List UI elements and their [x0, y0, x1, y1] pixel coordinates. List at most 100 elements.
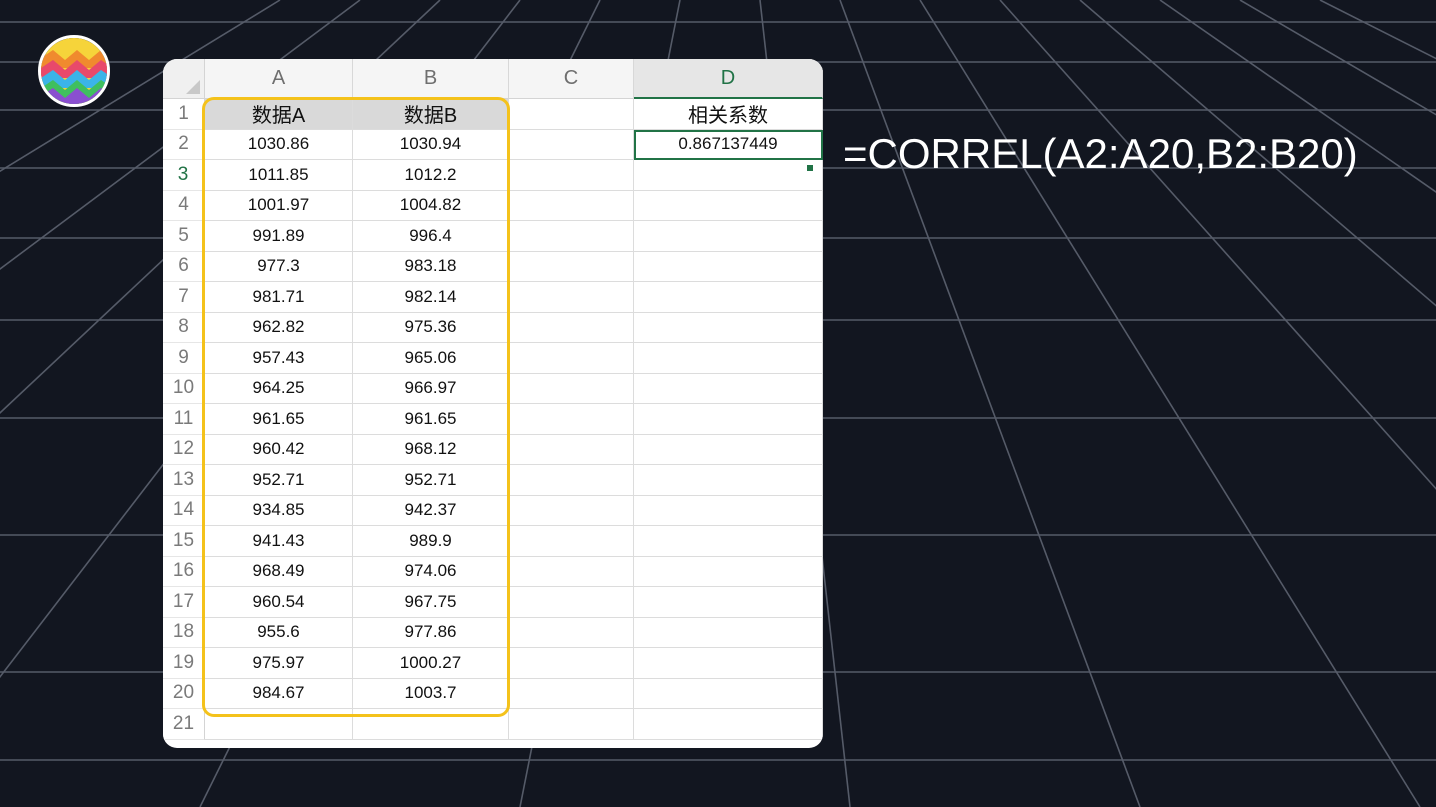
cell-c1[interactable] — [509, 99, 634, 130]
cell-a4[interactable]: 1001.97 — [205, 190, 353, 221]
cell-a12[interactable]: 960.42 — [205, 434, 353, 465]
row-header-2[interactable]: 2 — [163, 129, 205, 160]
cell-a8[interactable]: 962.82 — [205, 312, 353, 343]
row-header-8[interactable]: 8 — [163, 312, 205, 343]
cell-a19[interactable]: 975.97 — [205, 648, 353, 679]
cell-a20[interactable]: 984.67 — [205, 678, 353, 709]
cell-d20[interactable] — [634, 678, 823, 709]
cell-a13[interactable]: 952.71 — [205, 465, 353, 496]
cell-d18[interactable] — [634, 617, 823, 648]
cell-c9[interactable] — [509, 343, 634, 374]
row-header-5[interactable]: 5 — [163, 221, 205, 252]
row-header-7[interactable]: 7 — [163, 282, 205, 313]
row-header-21[interactable]: 21 — [163, 709, 205, 740]
cell-d10[interactable] — [634, 373, 823, 404]
cell-d8[interactable] — [634, 312, 823, 343]
row-header-14[interactable]: 14 — [163, 495, 205, 526]
cell-c12[interactable] — [509, 434, 634, 465]
cell-a16[interactable]: 968.49 — [205, 556, 353, 587]
cell-b21[interactable] — [353, 709, 509, 740]
row-header-12[interactable]: 12 — [163, 434, 205, 465]
row-header-9[interactable]: 9 — [163, 343, 205, 374]
row-header-18[interactable]: 18 — [163, 617, 205, 648]
cell-c18[interactable] — [509, 617, 634, 648]
cell-a21[interactable] — [205, 709, 353, 740]
cell-b8[interactable]: 975.36 — [353, 312, 509, 343]
cell-a15[interactable]: 941.43 — [205, 526, 353, 557]
cell-c6[interactable] — [509, 251, 634, 282]
cell-d16[interactable] — [634, 556, 823, 587]
row-header-13[interactable]: 13 — [163, 465, 205, 496]
cell-b6[interactable]: 983.18 — [353, 251, 509, 282]
cell-b16[interactable]: 974.06 — [353, 556, 509, 587]
cell-c15[interactable] — [509, 526, 634, 557]
cell-d17[interactable] — [634, 587, 823, 618]
cell-b9[interactable]: 965.06 — [353, 343, 509, 374]
column-header-b[interactable]: B — [353, 59, 509, 99]
cell-d21[interactable] — [634, 709, 823, 740]
row-header-3[interactable]: 3 — [163, 160, 205, 191]
row-header-6[interactable]: 6 — [163, 251, 205, 282]
cell-d15[interactable] — [634, 526, 823, 557]
cell-b1[interactable]: 数据B — [353, 99, 509, 130]
row-header-11[interactable]: 11 — [163, 404, 205, 435]
cell-b14[interactable]: 942.37 — [353, 495, 509, 526]
cell-a6[interactable]: 977.3 — [205, 251, 353, 282]
row-header-10[interactable]: 10 — [163, 373, 205, 404]
cell-a5[interactable]: 991.89 — [205, 221, 353, 252]
cell-d4[interactable] — [634, 190, 823, 221]
row-header-20[interactable]: 20 — [163, 678, 205, 709]
row-header-19[interactable]: 19 — [163, 648, 205, 679]
cell-a11[interactable]: 961.65 — [205, 404, 353, 435]
cell-c20[interactable] — [509, 678, 634, 709]
select-all-corner[interactable] — [163, 59, 205, 99]
column-header-d[interactable]: D — [634, 59, 823, 99]
cell-b15[interactable]: 989.9 — [353, 526, 509, 557]
cell-d11[interactable] — [634, 404, 823, 435]
cell-b20[interactable]: 1003.7 — [353, 678, 509, 709]
cell-d3[interactable] — [634, 160, 823, 191]
cell-b17[interactable]: 967.75 — [353, 587, 509, 618]
cell-b5[interactable]: 996.4 — [353, 221, 509, 252]
cell-b10[interactable]: 966.97 — [353, 373, 509, 404]
cell-b11[interactable]: 961.65 — [353, 404, 509, 435]
cell-a18[interactable]: 955.6 — [205, 617, 353, 648]
cell-c14[interactable] — [509, 495, 634, 526]
cell-d12[interactable] — [634, 434, 823, 465]
cell-a7[interactable]: 981.71 — [205, 282, 353, 313]
cell-c2[interactable] — [509, 129, 634, 160]
cell-b3[interactable]: 1012.2 — [353, 160, 509, 191]
cell-c16[interactable] — [509, 556, 634, 587]
row-header-17[interactable]: 17 — [163, 587, 205, 618]
column-header-c[interactable]: C — [509, 59, 634, 99]
cell-a14[interactable]: 934.85 — [205, 495, 353, 526]
cell-d19[interactable] — [634, 648, 823, 679]
cell-a2[interactable]: 1030.86 — [205, 129, 353, 160]
cell-d13[interactable] — [634, 465, 823, 496]
cell-b18[interactable]: 977.86 — [353, 617, 509, 648]
cell-c11[interactable] — [509, 404, 634, 435]
column-header-a[interactable]: A — [205, 59, 353, 99]
cell-b7[interactable]: 982.14 — [353, 282, 509, 313]
row-header-1[interactable]: 1 — [163, 99, 205, 130]
cell-b4[interactable]: 1004.82 — [353, 190, 509, 221]
cell-c4[interactable] — [509, 190, 634, 221]
cell-a17[interactable]: 960.54 — [205, 587, 353, 618]
row-header-15[interactable]: 15 — [163, 526, 205, 557]
cell-d1[interactable]: 相关系数 — [634, 99, 823, 130]
fill-handle[interactable] — [806, 164, 814, 172]
cell-a9[interactable]: 957.43 — [205, 343, 353, 374]
cell-b12[interactable]: 968.12 — [353, 434, 509, 465]
cell-c5[interactable] — [509, 221, 634, 252]
cell-c13[interactable] — [509, 465, 634, 496]
cell-d14[interactable] — [634, 495, 823, 526]
cell-c17[interactable] — [509, 587, 634, 618]
cell-d6[interactable] — [634, 251, 823, 282]
cell-c19[interactable] — [509, 648, 634, 679]
cell-c21[interactable] — [509, 709, 634, 740]
cell-b2[interactable]: 1030.94 — [353, 129, 509, 160]
cell-b13[interactable]: 952.71 — [353, 465, 509, 496]
cell-d9[interactable] — [634, 343, 823, 374]
cell-d5[interactable] — [634, 221, 823, 252]
cell-d7[interactable] — [634, 282, 823, 313]
